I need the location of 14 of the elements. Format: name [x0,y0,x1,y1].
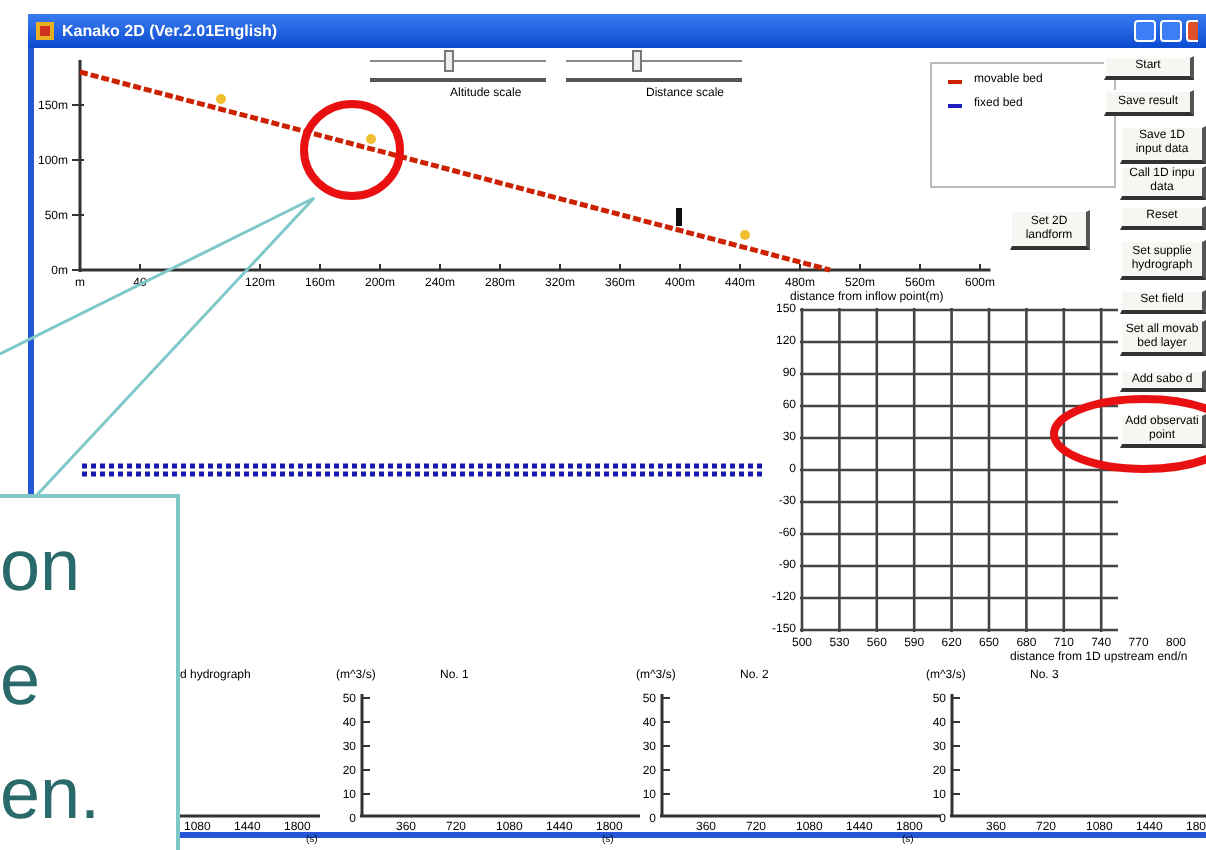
callout-text: e [0,642,41,718]
point-marker [216,94,226,104]
window-title: Kanako 2D (Ver.2.01English) [62,19,278,43]
app-icon [36,22,54,40]
callout-text: en. [0,756,101,832]
minimize-button[interactable] [1134,20,1156,42]
point-marker [740,230,750,240]
callout-text: on [0,528,81,604]
point-marker [366,134,376,144]
gauge-marker [676,208,682,226]
maximize-button[interactable] [1160,20,1182,42]
highlight-circle [298,98,406,202]
axis-drawing [180,810,320,822]
close-button[interactable] [1186,20,1198,42]
